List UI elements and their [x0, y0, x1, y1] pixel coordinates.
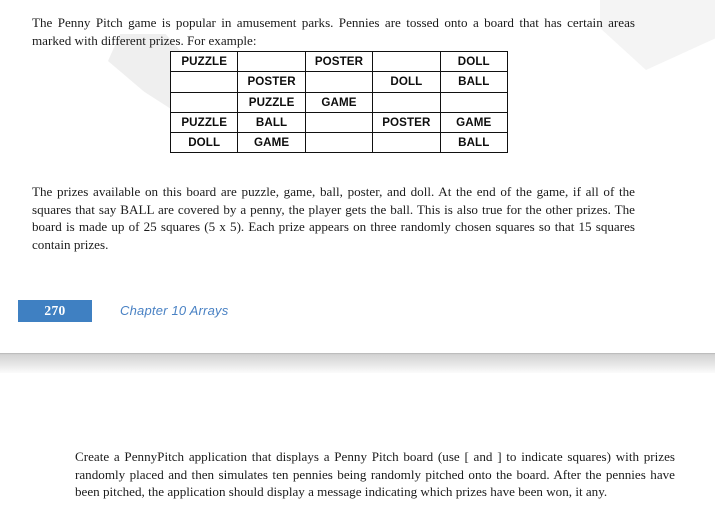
board-cell: DOLL [169, 132, 239, 154]
penny-pitch-board-body: PUZZLE POSTER DOLL POSTER DOLL BALL PUZZ… [169, 50, 508, 154]
table-row: PUZZLE GAME [169, 91, 508, 113]
board-cell [169, 71, 239, 93]
table-row: PUZZLE BALL POSTER GAME [169, 111, 508, 134]
page-number-badge: 270 [18, 300, 92, 322]
board-cell: PUZZLE [169, 111, 239, 134]
board-cell [372, 91, 441, 113]
page-break-separator [0, 353, 715, 373]
board-cell [304, 111, 374, 134]
penny-pitch-board-table: PUZZLE POSTER DOLL POSTER DOLL BALL PUZZ… [169, 50, 508, 154]
board-cell: PUZZLE [237, 91, 306, 113]
prizes-description-paragraph: The prizes available on this board are p… [32, 184, 635, 252]
board-cell: POSTER [372, 111, 441, 134]
board-cell: BALL [439, 132, 508, 154]
board-cell: POSTER [304, 50, 374, 73]
intro-paragraph: The Penny Pitch game is popular in amuse… [32, 15, 635, 48]
board-cell: GAME [237, 132, 306, 154]
board-cell: DOLL [372, 71, 441, 93]
board-cell [169, 91, 239, 113]
chapter-title-label: Chapter 10 Arrays [120, 303, 229, 318]
board-cell: DOLL [439, 50, 508, 73]
exercise-paragraph: Create a PennyPitch application that dis… [75, 449, 675, 500]
board-cell: PUZZLE [169, 50, 239, 73]
separator-top-rule [0, 353, 715, 354]
table-row: POSTER DOLL BALL [169, 71, 508, 93]
board-cell: BALL [439, 71, 508, 93]
board-cell: GAME [439, 111, 508, 134]
table-row: DOLL GAME BALL [169, 132, 508, 154]
board-cell [372, 132, 441, 154]
board-cell [439, 91, 508, 113]
table-row: PUZZLE POSTER DOLL [169, 50, 508, 73]
textbook-page-lower: Create a PennyPitch application that dis… [0, 373, 715, 514]
board-cell: GAME [304, 91, 374, 113]
page-footer: 270 Chapter 10 Arrays [0, 298, 715, 328]
board-cell [237, 50, 306, 73]
board-cell: POSTER [237, 71, 306, 93]
board-cell: BALL [237, 111, 306, 134]
board-cell [372, 50, 441, 73]
textbook-page-upper: The Penny Pitch game is popular in amuse… [0, 0, 715, 353]
board-cell [304, 71, 374, 93]
board-cell [304, 132, 374, 154]
